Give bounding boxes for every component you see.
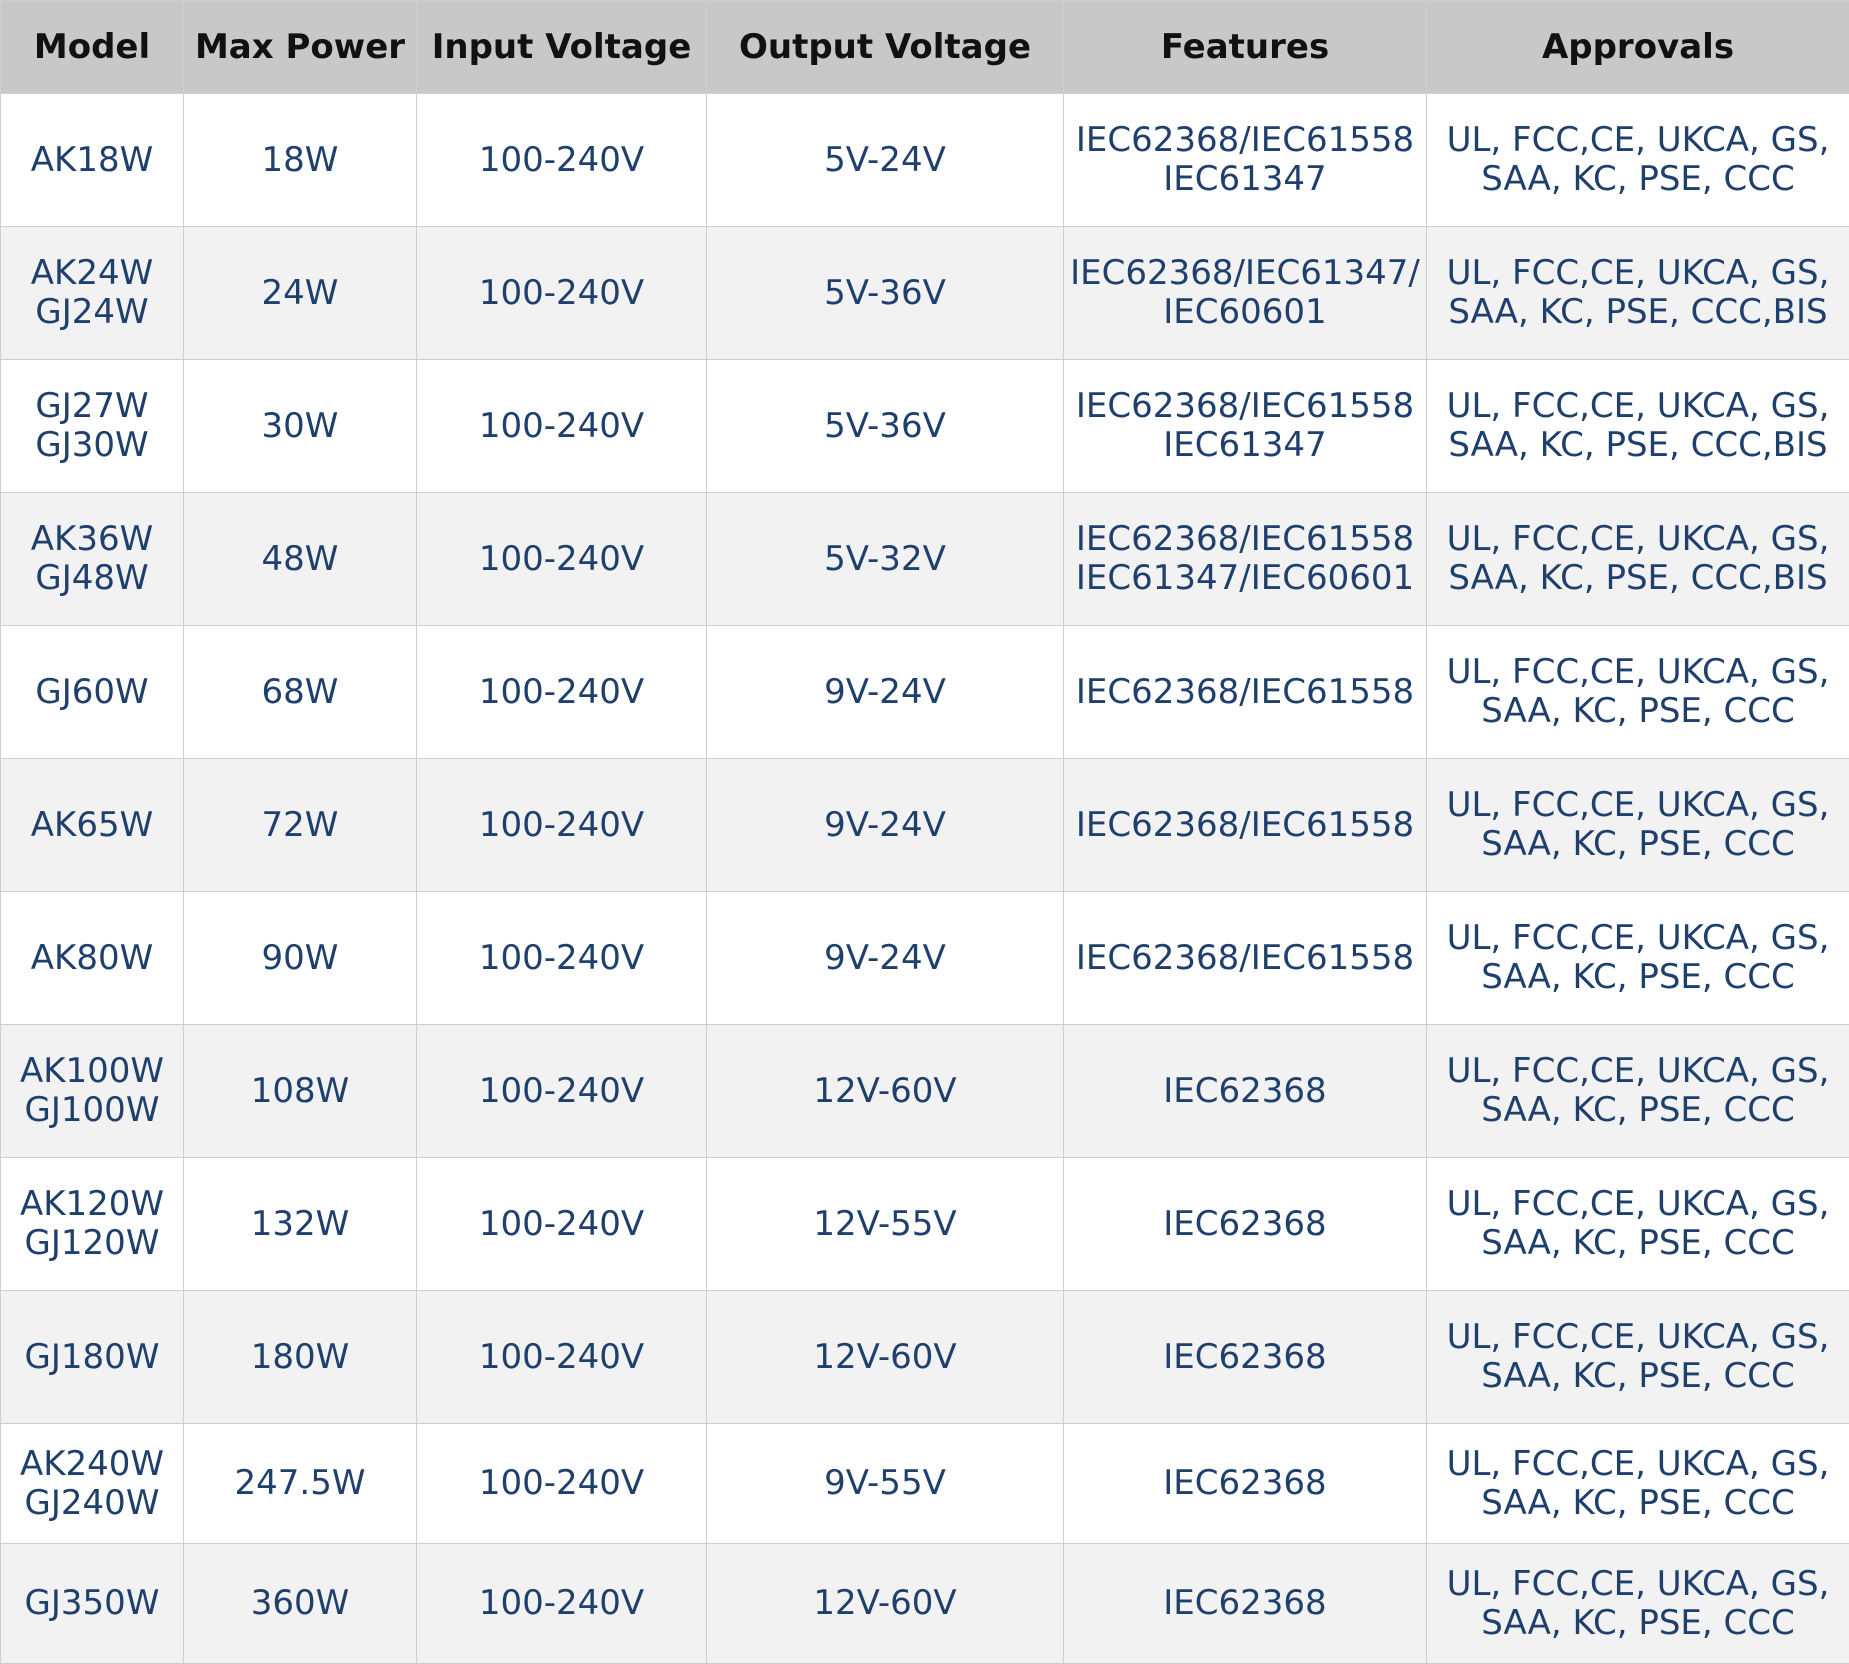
- cell-input-voltage: 100-240V: [417, 1158, 707, 1291]
- cell-max-power: 30W: [184, 360, 417, 493]
- cell-input-voltage: 100-240V: [417, 94, 707, 227]
- cell-model: AK120W GJ120W: [1, 1158, 184, 1291]
- cell-approvals: UL, FCC,CE, UKCA, GS, SAA, KC, PSE, CCC,…: [1427, 227, 1849, 360]
- table-row: GJ180W 180W 100-240V 12V-60V IEC62368 UL…: [1, 1291, 1849, 1424]
- cell-approvals: UL, FCC,CE, UKCA, GS, SAA, KC, PSE, CCC: [1427, 1544, 1849, 1664]
- cell-input-voltage: 100-240V: [417, 1544, 707, 1664]
- cell-max-power: 360W: [184, 1544, 417, 1664]
- cell-max-power: 247.5W: [184, 1424, 417, 1544]
- cell-features: IEC62368/IEC61558: [1064, 892, 1427, 1025]
- cell-input-voltage: 100-240V: [417, 1291, 707, 1424]
- column-header-max-power: Max Power: [184, 1, 417, 94]
- cell-approvals: UL, FCC,CE, UKCA, GS, SAA, KC, PSE, CCC: [1427, 1424, 1849, 1544]
- cell-approvals: UL, FCC,CE, UKCA, GS, SAA, KC, PSE, CCC: [1427, 626, 1849, 759]
- column-header-input-voltage: Input Voltage: [417, 1, 707, 94]
- cell-features: IEC62368/IEC61558 IEC61347: [1064, 94, 1427, 227]
- cell-output-voltage: 9V-55V: [707, 1424, 1064, 1544]
- cell-features: IEC62368/IEC61558 IEC61347: [1064, 360, 1427, 493]
- table-row: GJ350W 360W 100-240V 12V-60V IEC62368 UL…: [1, 1544, 1849, 1664]
- cell-max-power: 132W: [184, 1158, 417, 1291]
- header-row: Model Max Power Input Voltage Output Vol…: [1, 1, 1849, 94]
- cell-model: AK240W GJ240W: [1, 1424, 184, 1544]
- cell-max-power: 18W: [184, 94, 417, 227]
- column-header-features: Features: [1064, 1, 1427, 94]
- cell-features: IEC62368: [1064, 1158, 1427, 1291]
- cell-max-power: 48W: [184, 493, 417, 626]
- cell-model: GJ180W: [1, 1291, 184, 1424]
- cell-max-power: 24W: [184, 227, 417, 360]
- cell-output-voltage: 5V-24V: [707, 94, 1064, 227]
- cell-output-voltage: 12V-60V: [707, 1544, 1064, 1664]
- cell-output-voltage: 9V-24V: [707, 626, 1064, 759]
- cell-approvals: UL, FCC,CE, UKCA, GS, SAA, KC, PSE, CCC: [1427, 1158, 1849, 1291]
- column-header-approvals: Approvals: [1427, 1, 1849, 94]
- cell-model: AK18W: [1, 94, 184, 227]
- cell-output-voltage: 12V-60V: [707, 1291, 1064, 1424]
- cell-output-voltage: 9V-24V: [707, 759, 1064, 892]
- cell-output-voltage: 12V-55V: [707, 1158, 1064, 1291]
- cell-model: GJ350W: [1, 1544, 184, 1664]
- cell-approvals: UL, FCC,CE, UKCA, GS, SAA, KC, PSE, CCC: [1427, 892, 1849, 1025]
- cell-model: AK24W GJ24W: [1, 227, 184, 360]
- table-row: GJ27W GJ30W 30W 100-240V 5V-36V IEC62368…: [1, 360, 1849, 493]
- cell-model: GJ60W: [1, 626, 184, 759]
- cell-input-voltage: 100-240V: [417, 892, 707, 1025]
- cell-features: IEC62368: [1064, 1424, 1427, 1544]
- cell-features: IEC62368/IEC61558 IEC61347/IEC60601: [1064, 493, 1427, 626]
- cell-approvals: UL, FCC,CE, UKCA, GS, SAA, KC, PSE, CCC,…: [1427, 360, 1849, 493]
- cell-input-voltage: 100-240V: [417, 493, 707, 626]
- cell-model: GJ27W GJ30W: [1, 360, 184, 493]
- cell-approvals: UL, FCC,CE, UKCA, GS, SAA, KC, PSE, CCC,…: [1427, 493, 1849, 626]
- table-row: AK24W GJ24W 24W 100-240V 5V-36V IEC62368…: [1, 227, 1849, 360]
- cell-output-voltage: 5V-32V: [707, 493, 1064, 626]
- cell-input-voltage: 100-240V: [417, 1424, 707, 1544]
- cell-input-voltage: 100-240V: [417, 227, 707, 360]
- cell-input-voltage: 100-240V: [417, 360, 707, 493]
- cell-output-voltage: 5V-36V: [707, 227, 1064, 360]
- cell-input-voltage: 100-240V: [417, 626, 707, 759]
- table-row: AK100W GJ100W 108W 100-240V 12V-60V IEC6…: [1, 1025, 1849, 1158]
- cell-model: AK65W: [1, 759, 184, 892]
- cell-features: IEC62368: [1064, 1025, 1427, 1158]
- cell-model: AK36W GJ48W: [1, 493, 184, 626]
- cell-input-voltage: 100-240V: [417, 759, 707, 892]
- table-row: AK120W GJ120W 132W 100-240V 12V-55V IEC6…: [1, 1158, 1849, 1291]
- cell-approvals: UL, FCC,CE, UKCA, GS, SAA, KC, PSE, CCC: [1427, 94, 1849, 227]
- cell-model: AK80W: [1, 892, 184, 1025]
- cell-max-power: 180W: [184, 1291, 417, 1424]
- cell-features: IEC62368: [1064, 1291, 1427, 1424]
- cell-approvals: UL, FCC,CE, UKCA, GS, SAA, KC, PSE, CCC: [1427, 1291, 1849, 1424]
- cell-features: IEC62368: [1064, 1544, 1427, 1664]
- cell-model: AK100W GJ100W: [1, 1025, 184, 1158]
- table-row: AK80W 90W 100-240V 9V-24V IEC62368/IEC61…: [1, 892, 1849, 1025]
- power-supply-spec-table: Model Max Power Input Voltage Output Vol…: [0, 0, 1849, 1664]
- cell-approvals: UL, FCC,CE, UKCA, GS, SAA, KC, PSE, CCC: [1427, 1025, 1849, 1158]
- table-row: AK240W GJ240W 247.5W 100-240V 9V-55V IEC…: [1, 1424, 1849, 1544]
- table-row: GJ60W 68W 100-240V 9V-24V IEC62368/IEC61…: [1, 626, 1849, 759]
- cell-features: IEC62368/IEC61558: [1064, 759, 1427, 892]
- cell-features: IEC62368/IEC61558: [1064, 626, 1427, 759]
- cell-input-voltage: 100-240V: [417, 1025, 707, 1158]
- cell-output-voltage: 9V-24V: [707, 892, 1064, 1025]
- table-row: AK65W 72W 100-240V 9V-24V IEC62368/IEC61…: [1, 759, 1849, 892]
- cell-max-power: 68W: [184, 626, 417, 759]
- cell-max-power: 90W: [184, 892, 417, 1025]
- cell-output-voltage: 12V-60V: [707, 1025, 1064, 1158]
- cell-output-voltage: 5V-36V: [707, 360, 1064, 493]
- table-row: AK18W 18W 100-240V 5V-24V IEC62368/IEC61…: [1, 94, 1849, 227]
- table-row: AK36W GJ48W 48W 100-240V 5V-32V IEC62368…: [1, 493, 1849, 626]
- cell-max-power: 108W: [184, 1025, 417, 1158]
- cell-features: IEC62368/IEC61347/ IEC60601: [1064, 227, 1427, 360]
- column-header-output-voltage: Output Voltage: [707, 1, 1064, 94]
- cell-approvals: UL, FCC,CE, UKCA, GS, SAA, KC, PSE, CCC: [1427, 759, 1849, 892]
- column-header-model: Model: [1, 1, 184, 94]
- cell-max-power: 72W: [184, 759, 417, 892]
